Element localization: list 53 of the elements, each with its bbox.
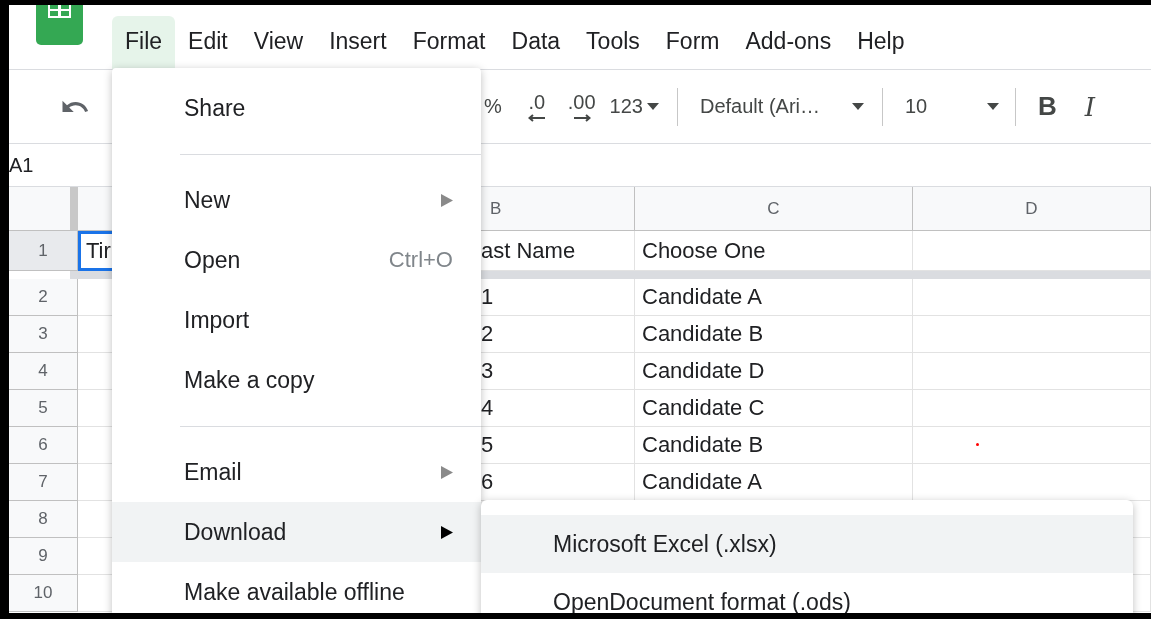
- menu-item[interactable]: Form: [652, 16, 733, 69]
- name-box[interactable]: A1: [9, 153, 34, 177]
- row-header[interactable]: 10: [9, 575, 78, 612]
- row-header[interactable]: 2: [9, 279, 78, 316]
- menu-option[interactable]: Make available offline: [112, 562, 481, 613]
- right-arrow-icon: [572, 114, 591, 122]
- row-header[interactable]: 8: [9, 501, 78, 538]
- table-cell: Candidate B: [635, 427, 913, 464]
- menu-item[interactable]: Format: [399, 16, 499, 69]
- row-header[interactable]: 3: [9, 316, 78, 353]
- caret-icon: [647, 103, 659, 110]
- menu-item[interactable]: File: [112, 16, 176, 69]
- table-cell: Candidate B: [635, 316, 913, 353]
- row-header[interactable]: 4: [9, 353, 78, 390]
- column-header[interactable]: C: [635, 187, 913, 231]
- menu-option[interactable]: New: [112, 170, 481, 230]
- menu-item[interactable]: Tools: [573, 16, 653, 69]
- menu-option[interactable]: Microsoft Excel (.xlsx): [481, 515, 1133, 573]
- menu-option[interactable]: Download: [112, 502, 481, 562]
- column-header[interactable]: B: [481, 187, 635, 231]
- menu-item[interactable]: Add-ons: [732, 16, 845, 69]
- column-header[interactable]: D: [913, 187, 1151, 231]
- spreadsheet-logo[interactable]: [36, 5, 83, 45]
- increase-decimal-button[interactable]: .00: [567, 91, 596, 122]
- row-header[interactable]: 5: [9, 390, 78, 427]
- menu-option[interactable]: Email: [112, 442, 481, 502]
- font-size-dropdown[interactable]: 10: [905, 95, 999, 118]
- table-cell: Candidate D: [635, 353, 913, 390]
- font-dropdown[interactable]: Default (Ari…: [700, 95, 864, 118]
- decrease-decimal-button[interactable]: .0: [527, 91, 546, 122]
- menu-item[interactable]: View: [240, 16, 317, 69]
- table-cell: Candidate A: [635, 279, 913, 316]
- caret-icon: [987, 103, 999, 110]
- shortcut-label: Ctrl+O: [388, 247, 453, 273]
- left-arrow-icon: [527, 114, 546, 122]
- row-header[interactable]: 1: [9, 231, 78, 271]
- menu-option[interactable]: Share: [112, 78, 481, 138]
- percent-button[interactable]: %: [484, 95, 502, 118]
- caret-icon: [852, 103, 864, 110]
- row-header[interactable]: 7: [9, 464, 78, 501]
- bold-button[interactable]: B: [1038, 91, 1057, 122]
- menu-item[interactable]: Insert: [316, 16, 400, 69]
- menu-item[interactable]: Data: [498, 16, 574, 69]
- menu-option[interactable]: Make a copy: [112, 350, 481, 410]
- row-header[interactable]: 6: [9, 427, 78, 464]
- menu-item[interactable]: Edit: [175, 16, 241, 69]
- italic-button[interactable]: I: [1084, 91, 1096, 122]
- table-cell: Candidate C: [635, 390, 913, 427]
- menu-item[interactable]: Help: [844, 16, 918, 69]
- menu-option[interactable]: Import: [112, 290, 481, 350]
- number-format-button[interactable]: 123: [609, 95, 659, 118]
- row-header[interactable]: 9: [9, 538, 78, 575]
- select-all-corner[interactable]: [9, 187, 78, 231]
